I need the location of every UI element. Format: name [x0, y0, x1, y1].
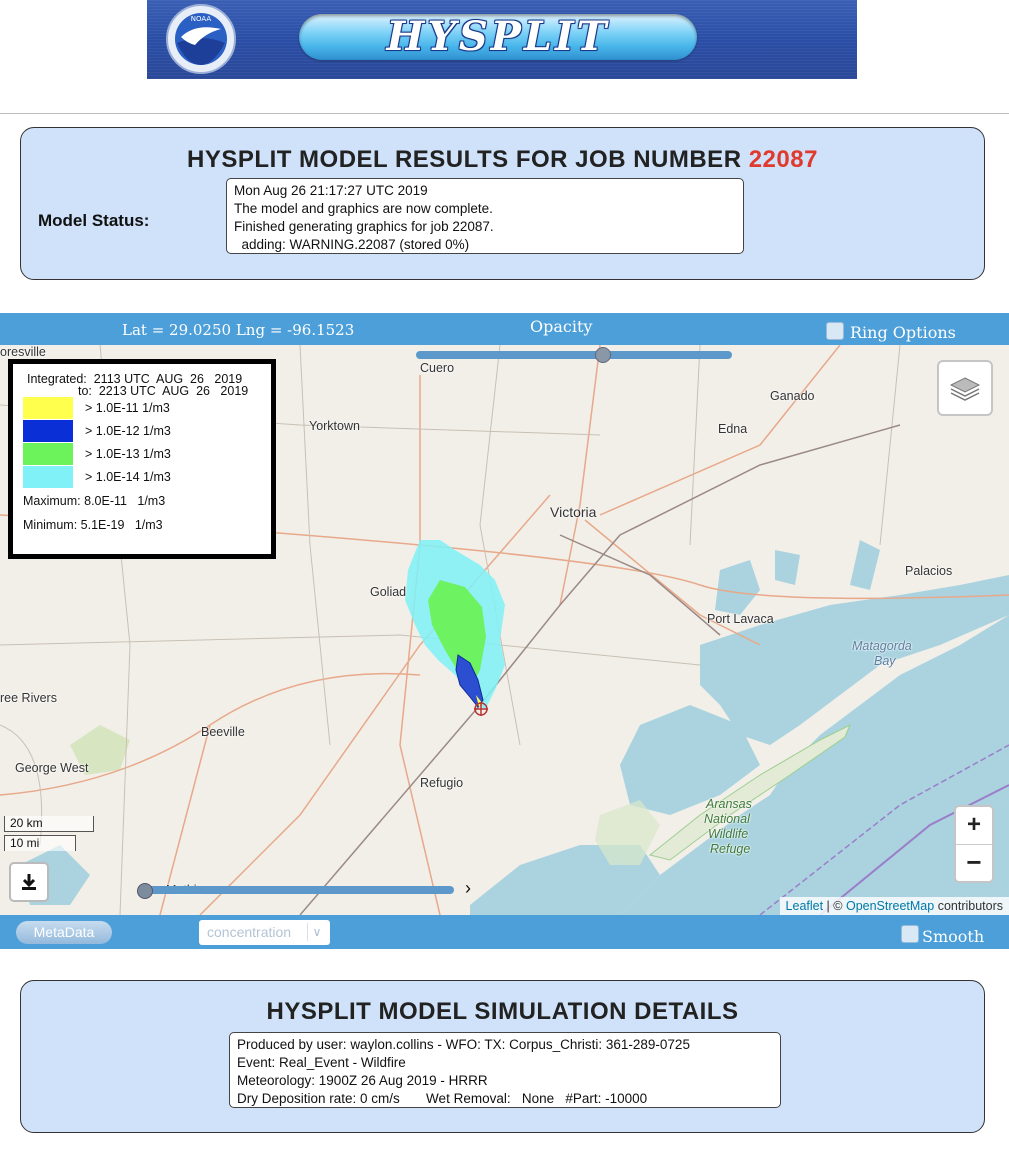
scale-bar-km: 20 km	[4, 816, 94, 832]
place-label: Wildlife	[708, 827, 749, 841]
legend-label: > 1.0E-13 1/m3	[85, 447, 171, 461]
map-canvas[interactable]: Cuero Yorktown Ganado Edna Victoria Goli…	[0, 345, 1009, 915]
hysplit-banner: NOAA HYSPLIT	[147, 0, 857, 79]
metadata-button[interactable]: MetaData	[16, 921, 112, 944]
zoom-out-button[interactable]: −	[956, 845, 992, 881]
legend-swatch	[23, 420, 73, 442]
place-label: Refugio	[420, 776, 464, 790]
banner-title: HYSPLIT	[386, 13, 610, 60]
model-status-box: Mon Aug 26 21:17:27 UTC 2019 The model a…	[226, 178, 744, 254]
opacity-label: Opacity	[530, 317, 593, 336]
time-slider-track[interactable]	[140, 886, 454, 894]
place-label: oresville	[0, 345, 46, 359]
attribution-separator: | ©	[823, 899, 846, 913]
results-title: HYSPLIT MODEL RESULTS FOR JOB NUMBER 220…	[21, 146, 984, 174]
legend-swatch	[23, 466, 73, 488]
zoom-control: + −	[954, 805, 994, 883]
place-label: Refuge	[710, 842, 751, 856]
legend-item: > 1.0E-11 1/m3	[23, 397, 273, 419]
details-line: Dry Deposition rate: 0 cm/s Wet Removal:…	[237, 1091, 648, 1106]
legend-label: > 1.0E-11 1/m3	[85, 401, 170, 415]
zoom-in-button[interactable]: +	[956, 807, 992, 845]
opacity-slider-handle[interactable]	[595, 347, 611, 363]
place-label: Bay	[874, 654, 896, 668]
map-top-bar: Lat = 29.0250 Lng = -96.1523 Opacity Rin…	[0, 313, 1009, 345]
legend-swatch	[23, 443, 73, 465]
place-label: National	[704, 812, 750, 826]
status-line: adding: WARNING.22087 (stored 0%)	[234, 237, 470, 252]
place-label: Edna	[718, 422, 748, 436]
map-viewer: Lat = 29.0250 Lng = -96.1523 Opacity Rin…	[0, 313, 1009, 949]
place-label: George West	[15, 761, 89, 775]
download-icon	[22, 874, 36, 890]
place-label: Ganado	[770, 389, 815, 403]
details-panel: HYSPLIT MODEL SIMULATION DETAILS Produce…	[20, 980, 985, 1133]
status-line: Mon Aug 26 21:17:27 UTC 2019	[234, 183, 428, 198]
details-box: Produced by user: waylon.collins - WFO: …	[229, 1032, 781, 1108]
concentration-select-value: concentration	[207, 924, 292, 940]
details-line: Event: Real_Event - Wildfire	[237, 1055, 406, 1070]
legend-minimum: Minimum: 5.1E-19 1/m3	[23, 518, 163, 532]
hysplit-title-pill: HYSPLIT	[299, 14, 697, 60]
legend-maximum: Maximum: 8.0E-11 1/m3	[23, 494, 166, 508]
place-label: Goliad	[370, 585, 407, 599]
attribution-rest: contributors	[934, 899, 1003, 913]
results-title-text: HYSPLIT MODEL RESULTS FOR JOB NUMBER	[187, 146, 742, 173]
ring-options-label[interactable]: Ring Options	[850, 323, 956, 342]
place-label: Beeville	[201, 725, 245, 739]
legend-item: > 1.0E-14 1/m3	[23, 466, 273, 488]
map-attribution: Leaflet | © OpenStreetMap contributors	[779, 897, 1009, 915]
noaa-logo: NOAA	[166, 4, 236, 74]
details-line: Meteorology: 1900Z 26 Aug 2019 - HRRR	[237, 1073, 488, 1088]
details-line: Produced by user: waylon.collins - WFO: …	[237, 1037, 690, 1052]
concentration-legend: Integrated: 2113 UTC AUG 26 2019 to: 221…	[8, 359, 276, 559]
place-label: Cuero	[420, 361, 455, 375]
status-line: The model and graphics are now complete.	[234, 201, 493, 216]
smooth-label[interactable]: Smooth	[922, 927, 984, 946]
place-label: ree Rivers	[0, 691, 57, 705]
opacity-slider-track[interactable]	[416, 351, 732, 359]
divider	[0, 113, 1009, 114]
osm-link[interactable]: OpenStreetMap	[846, 899, 934, 913]
place-label: Aransas	[706, 797, 752, 811]
details-title: HYSPLIT MODEL SIMULATION DETAILS	[266, 998, 739, 1025]
chevron-down-icon: ∨	[307, 923, 326, 941]
legend-label: > 1.0E-12 1/m3	[85, 424, 171, 438]
layers-icon	[949, 377, 981, 401]
leaflet-link[interactable]: Leaflet	[786, 899, 824, 913]
smooth-checkbox[interactable]	[901, 925, 919, 943]
legend-item: > 1.0E-13 1/m3	[23, 443, 273, 465]
legend-label: > 1.0E-14 1/m3	[85, 470, 171, 484]
layers-button[interactable]	[937, 360, 993, 416]
map-bottom-bar: MetaData concentration ∨ Smooth	[0, 915, 1009, 949]
place-label: Port Lavaca	[707, 612, 774, 626]
ring-options-checkbox[interactable]	[826, 322, 844, 340]
place-label: Palacios	[905, 564, 953, 578]
scale-bar-mi: 10 mi	[4, 835, 76, 851]
lat-lng-readout: Lat = 29.0250 Lng = -96.1523	[122, 321, 355, 339]
legend-to: to: 2213 UTC AUG 26 2019	[78, 384, 249, 398]
noaa-logo-text: NOAA	[191, 15, 212, 23]
model-status-label: Model Status:	[38, 211, 150, 230]
concentration-select[interactable]: concentration ∨	[199, 920, 330, 945]
status-line: Finished generating graphics for job 220…	[234, 219, 494, 234]
job-number: 22087	[748, 146, 818, 173]
place-label: Matagorda	[852, 639, 912, 653]
legend-item: > 1.0E-12 1/m3	[23, 420, 273, 442]
place-label: Yorktown	[309, 419, 360, 433]
next-frame-icon[interactable]: ›	[465, 878, 471, 899]
download-button[interactable]	[9, 862, 49, 902]
legend-swatch	[23, 397, 73, 419]
time-slider-handle[interactable]	[137, 883, 153, 899]
results-panel: HYSPLIT MODEL RESULTS FOR JOB NUMBER 220…	[20, 127, 985, 280]
place-label: Victoria	[550, 504, 597, 520]
